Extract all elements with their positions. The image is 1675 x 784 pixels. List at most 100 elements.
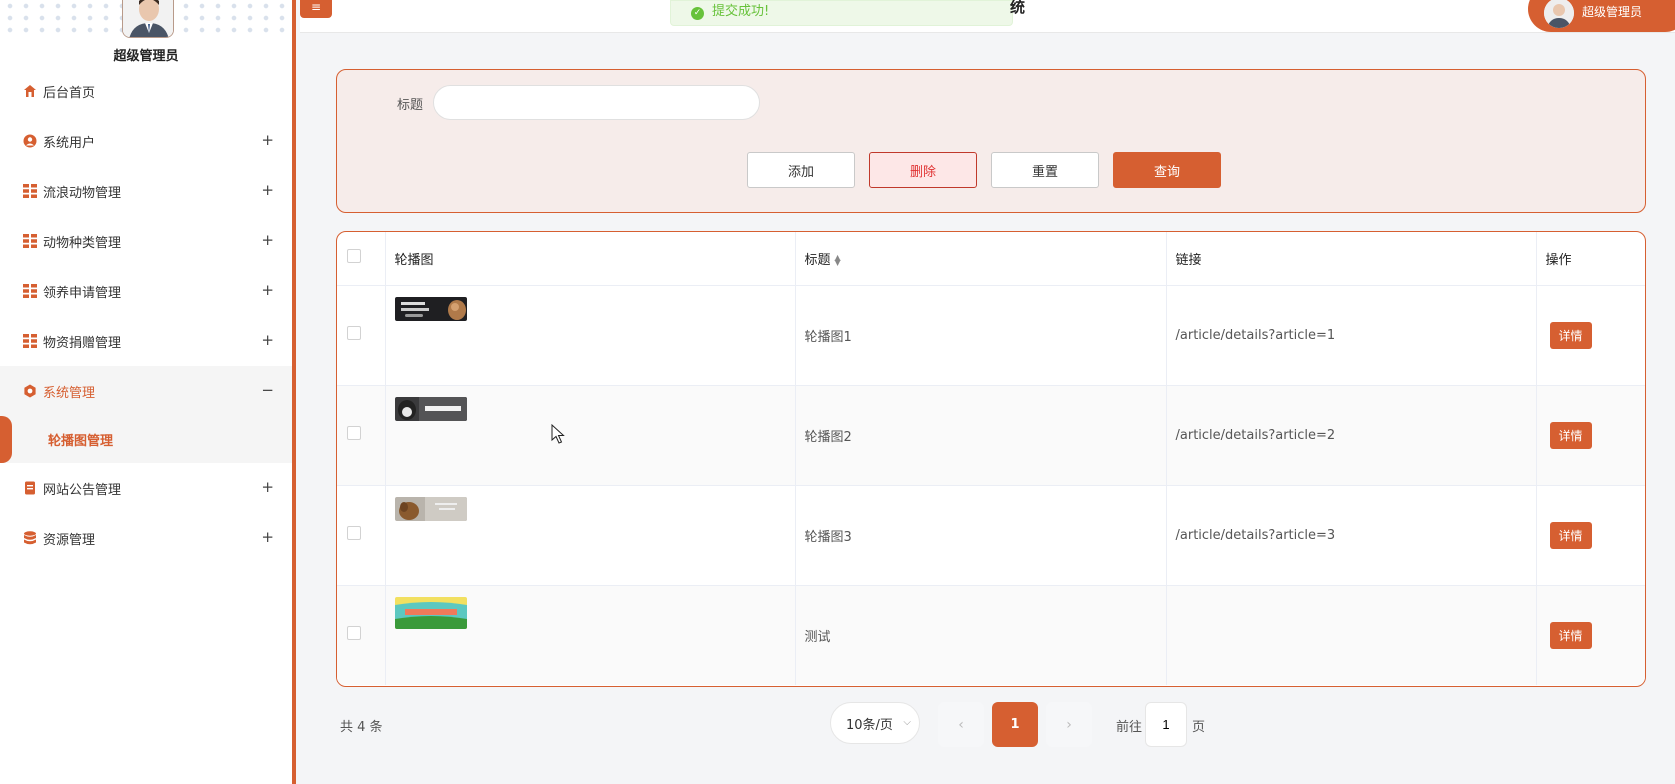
header-image: 轮播图: [385, 232, 796, 286]
sidebar-item-label: 领养申请管理: [43, 285, 122, 301]
link-cell: /article/details?article=2: [1166, 385, 1537, 486]
sidebar-subitem-label: 轮播图管理: [48, 434, 114, 449]
detail-button[interactable]: 详情: [1549, 521, 1592, 549]
row-checkbox[interactable]: [347, 526, 361, 540]
query-button[interactable]: 查询: [1113, 152, 1221, 188]
expand-icon[interactable]: +: [261, 281, 274, 299]
grid-icon: [22, 334, 37, 349]
table-row: 测试 详情: [337, 585, 1645, 685]
header-action: 操作: [1536, 232, 1645, 286]
prev-page-button[interactable]: ‹: [938, 702, 984, 747]
total-count: 共 4 条: [340, 720, 383, 735]
title-cell: 轮播图2: [795, 385, 1167, 486]
image-cell: [385, 485, 796, 586]
sidebar-item-animal-types[interactable]: 动物种类管理 +: [0, 216, 292, 266]
expand-icon[interactable]: +: [261, 478, 274, 496]
sidebar-item-label: 动物种类管理: [43, 235, 122, 251]
admin-name: 超级管理员: [113, 49, 179, 64]
title-search-label: 标题: [397, 98, 424, 113]
row-checkbox[interactable]: [347, 426, 361, 440]
page-size-value: 10条/页: [846, 717, 893, 733]
carousel-table: 轮播图 标题 ▲ ▼ 链接 操作 轮播图1 /article/details?art…: [336, 231, 1646, 687]
row-checkbox[interactable]: [347, 626, 361, 641]
user-circle-icon: [22, 134, 37, 149]
goto-label: 前往: [1116, 720, 1143, 735]
sidebar-item-home[interactable]: 后台首页: [0, 66, 292, 116]
sidebar-item-resources[interactable]: 资源管理 +: [0, 513, 292, 563]
page-size-select[interactable]: 10条/页 ⌵: [830, 702, 920, 744]
page-number-button[interactable]: 1: [992, 702, 1038, 747]
success-toast: ✓ 提交成功!: [670, 0, 1013, 26]
sidebar-item-adoption[interactable]: 领养申请管理 +: [0, 266, 292, 316]
sidebar-item-label: 网站公告管理: [43, 482, 122, 498]
mouse-cursor-icon: [551, 423, 565, 448]
gear-icon: [22, 384, 37, 399]
title-cell: 测试: [795, 585, 1167, 685]
sidebar-item-system-users[interactable]: 系统用户 +: [0, 116, 292, 166]
chevron-down-icon: ⌵: [903, 717, 911, 728]
link-cell: /article/details?article=3: [1166, 485, 1537, 586]
sidebar-item-label: 物资捐赠管理: [43, 335, 122, 351]
expand-icon[interactable]: +: [261, 181, 274, 199]
grid-icon: [22, 284, 37, 299]
expand-icon[interactable]: +: [261, 231, 274, 249]
collapse-icon[interactable]: −: [261, 381, 274, 399]
sidebar-item-announcements[interactable]: 网站公告管理 +: [0, 463, 292, 513]
user-avatar: [1544, 0, 1574, 28]
expand-icon[interactable]: +: [261, 528, 274, 546]
sidebar-item-donations[interactable]: 物资捐赠管理 +: [0, 316, 292, 366]
table-header-row: 轮播图 标题 ▲ ▼ 链接 操作: [337, 232, 1645, 286]
carousel-thumbnail[interactable]: [394, 496, 467, 521]
carousel-thumbnail[interactable]: [394, 296, 467, 321]
expand-icon[interactable]: +: [261, 331, 274, 349]
select-all-checkbox[interactable]: [347, 249, 361, 264]
chevron-left-icon: ‹: [958, 716, 964, 733]
add-button[interactable]: 添加: [747, 152, 855, 188]
database-icon: [22, 531, 37, 546]
home-icon: [22, 84, 37, 99]
detail-button[interactable]: 详情: [1549, 321, 1592, 349]
chevron-right-icon: ›: [1066, 716, 1072, 733]
sidebar-item-stray-animals[interactable]: 流浪动物管理 +: [0, 166, 292, 216]
image-cell: [385, 285, 796, 386]
sidebar-menu: 后台首页 系统用户 + 流浪动物管理 + 动物种类管理 + 领养申请管理 + 物…: [0, 66, 292, 563]
image-cell: [385, 385, 796, 486]
sidebar-item-label: 资源管理: [43, 532, 96, 548]
expand-icon[interactable]: +: [261, 131, 274, 149]
link-cell: /article/details?article=1: [1166, 285, 1537, 386]
detail-button[interactable]: 详情: [1549, 421, 1592, 449]
success-check-icon: ✓: [691, 6, 704, 20]
sidebar-item-label: 后台首页: [43, 85, 96, 101]
header-link: 链接: [1166, 232, 1537, 286]
menu-toggle-icon[interactable]: ≡: [300, 0, 332, 18]
sidebar-item-system-management[interactable]: 系统管理 −: [0, 366, 292, 416]
user-name: 超级管理员: [1582, 4, 1643, 19]
reset-button[interactable]: 重置: [991, 152, 1099, 188]
notice-icon: [22, 481, 37, 496]
search-panel: 标题 添加 删除 重置 查询: [336, 69, 1646, 213]
sidebar-item-label: 系统用户: [43, 135, 96, 151]
title-search-input[interactable]: [433, 85, 760, 120]
table-row: 轮播图3 /article/details?article=3 详情: [337, 485, 1645, 586]
user-menu[interactable]: 超级管理员: [1528, 0, 1675, 32]
link-cell: [1166, 585, 1537, 685]
header-title[interactable]: 标题 ▲ ▼: [795, 232, 1167, 286]
sidebar-subitem-carousel[interactable]: 轮播图管理: [0, 416, 292, 463]
avatar[interactable]: [122, 0, 174, 38]
title-cell: 轮播图1: [795, 285, 1167, 386]
goto-page-input[interactable]: [1145, 702, 1187, 747]
carousel-thumbnail[interactable]: [394, 396, 467, 421]
row-checkbox[interactable]: [347, 326, 361, 340]
carousel-thumbnail[interactable]: [394, 596, 467, 629]
system-title: 统: [1010, 0, 1026, 16]
table-row: 轮播图2 /article/details?article=2 详情: [337, 385, 1645, 486]
next-page-button[interactable]: ›: [1046, 702, 1092, 747]
sort-icon[interactable]: ▲ ▼: [835, 254, 841, 267]
delete-button[interactable]: 删除: [869, 152, 977, 188]
detail-button[interactable]: 详情: [1549, 621, 1592, 649]
title-cell: 轮播图3: [795, 485, 1167, 586]
sidebar: 超级管理员 后台首页 系统用户 + 流浪动物管理 + 动物种类管理 + 领养申请…: [0, 0, 296, 784]
header-title-label: 标题: [804, 252, 831, 268]
grid-icon: [22, 184, 37, 199]
image-cell: [385, 585, 796, 685]
